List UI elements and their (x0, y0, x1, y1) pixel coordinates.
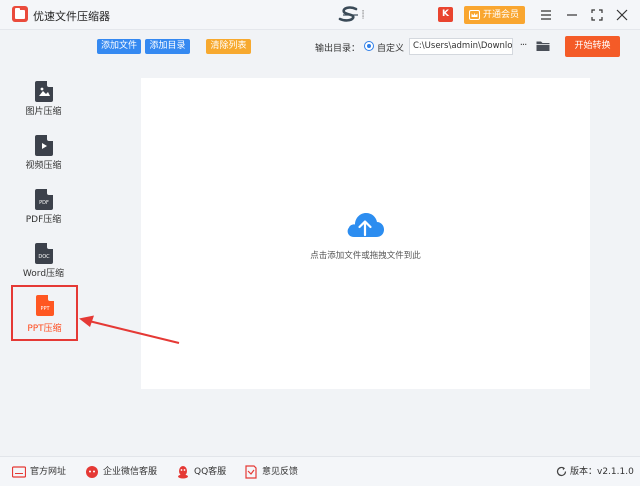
pdf-file-icon: PDF (35, 189, 53, 210)
website-icon (12, 466, 26, 478)
toolbar: 添加文件 添加目录 清除列表 输出目录： 自定义 C:\Users\admin\… (91, 31, 640, 61)
sidebar-item-label: 图片压缩 (25, 107, 62, 117)
cloud-upload-icon (347, 213, 384, 237)
ppt-file-icon: PPT (36, 295, 54, 316)
hamburger-icon (541, 10, 551, 20)
k-brand-icon[interactable]: K (438, 7, 453, 22)
file-type-tag: DOC (38, 254, 50, 260)
minimize-icon (567, 14, 577, 16)
maximize-icon (591, 9, 603, 21)
vip-button[interactable]: 开通会员 (464, 6, 525, 24)
brand-s-icon (338, 6, 358, 22)
sidebar-item-label: PDF压缩 (25, 215, 62, 225)
start-convert-button[interactable]: 开始转换 (565, 36, 620, 57)
image-file-icon (35, 81, 53, 102)
output-path-field[interactable]: C:\Users\admin\Downlo (409, 38, 513, 55)
sidebar-item-video[interactable]: 视频压缩 (10, 127, 77, 179)
crown-icon (469, 10, 480, 20)
close-icon (616, 9, 628, 21)
sidebar-item-word[interactable]: DOC Word压缩 (10, 235, 77, 287)
annotation-arrow (79, 315, 180, 344)
sidebar-item-label: PPT压缩 (27, 324, 62, 334)
video-file-icon (35, 135, 53, 156)
sidebar-item-ppt[interactable]: PPT PPT压缩 (11, 285, 78, 341)
custom-radio[interactable] (364, 41, 374, 51)
official-site-label: 官方网址 (30, 467, 67, 477)
clear-list-button[interactable]: 清除列表 (206, 39, 251, 54)
sidebar-item-label: 视频压缩 (25, 161, 62, 171)
vip-label: 开通会员 (483, 10, 520, 20)
wechat-icon (86, 466, 98, 478)
title-bar: 优速文件压缩器 ⸽ K 开通会员 (0, 0, 640, 30)
menu-button[interactable] (537, 6, 555, 24)
doc-file-icon: DOC (35, 243, 53, 264)
sidebar-item-pdf[interactable]: PDF PDF压缩 (10, 181, 77, 233)
sidebar-item-label: Word压缩 (22, 269, 65, 279)
feedback-icon (245, 465, 257, 479)
custom-radio-label[interactable]: 自定义 (377, 41, 404, 54)
drop-hint: 点击添加文件或拖拽文件到此 (310, 251, 421, 261)
file-type-tag: PPT (40, 306, 50, 312)
wechat-support-label: 企业微信客服 (103, 467, 158, 477)
add-file-button[interactable]: 添加文件 (97, 39, 141, 54)
file-type-tag: PDF (39, 200, 49, 206)
maximize-button[interactable] (588, 6, 606, 24)
minimize-button[interactable] (563, 6, 581, 24)
qq-support-label: QQ客服 (194, 467, 227, 477)
file-drop-zone[interactable]: 点击添加文件或拖拽文件到此 (141, 78, 590, 389)
sidebar: 图片压缩 视频压缩 PDF PDF压缩 DOC Word压缩 PPT PPT压缩 (0, 31, 91, 456)
refresh-icon (556, 466, 567, 477)
qq-penguin-icon (178, 466, 188, 479)
folder-icon[interactable] (536, 40, 550, 52)
output-dir-label: 输出目录： (315, 44, 361, 54)
sidebar-item-image[interactable]: 图片压缩 (10, 73, 77, 125)
app-logo-icon (12, 6, 28, 22)
add-folder-button[interactable]: 添加目录 (145, 39, 190, 54)
browse-more-button[interactable]: ··· (517, 38, 529, 54)
close-button[interactable] (613, 6, 631, 24)
footer: 官方网址 企业微信客服 QQ客服 意见反馈 版本：v2.1.1.0 (0, 456, 640, 486)
status-indicator: ⸽ (362, 10, 365, 19)
app-title: 优速文件压缩器 (33, 10, 110, 23)
feedback-label: 意见反馈 (262, 467, 299, 477)
version-label: 版本：v2.1.1.0 (570, 467, 634, 477)
